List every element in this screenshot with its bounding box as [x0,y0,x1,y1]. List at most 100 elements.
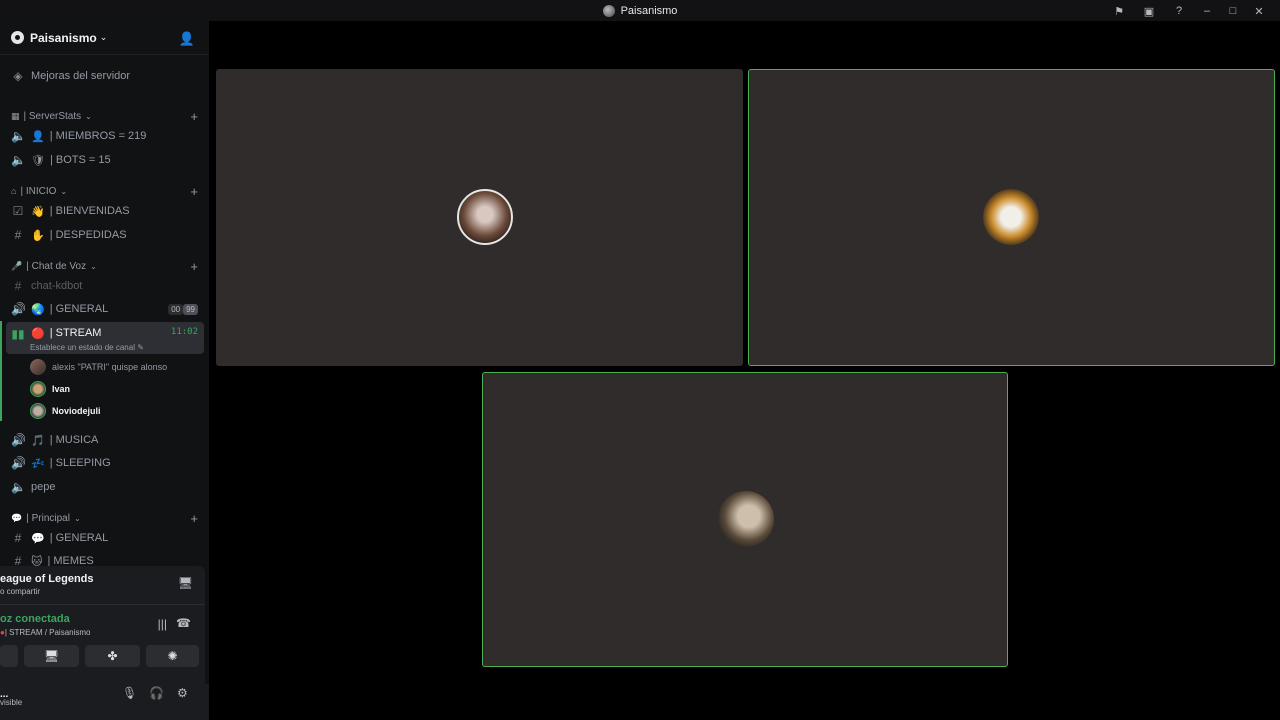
microphone-icon[interactable]: 🎙 [122,686,137,700]
participant-tile[interactable] [482,372,1008,667]
activity-title: eague of Legends [0,573,94,585]
voice-user-name: Ivan [52,384,71,394]
microphone-icon: 🎤 [11,260,23,271]
home-icon: ⌂ [11,186,17,196]
channel-bienvenidas[interactable]: ☑ 👋 | BIENVENIDAS [6,200,204,222]
channel-general-text[interactable]: # 💬 | GENERAL [6,527,204,549]
screen-share-icon[interactable]: 🖥 [178,576,193,590]
voice-user-row[interactable]: alexis "PATRI" quispe alonso [30,357,167,377]
channel-bots[interactable]: 🔈 🛡 | BOTS = 15 [6,149,204,171]
participant-tile[interactable] [216,69,743,366]
channel-label: Mejoras del servidor [31,70,131,82]
chevron-down-icon: ⌄ [90,261,97,271]
disconnect-icon[interactable]: ☎ [176,616,191,630]
red-circle-icon: 🔴 [31,328,45,340]
avatar [983,189,1039,245]
gear-icon[interactable]: ⚙ [177,686,188,700]
channel-label: chat-kdbot [31,280,83,292]
shield-icon: 🛡 [31,154,45,167]
title-bar: Paisanismo ⚑ ▣ ? – □ ✕ [0,0,1280,21]
hashtag-icon: # [14,531,22,545]
speech-bubble-icon: 💬 [11,512,23,523]
invite-people-icon[interactable]: 👤 [179,31,195,47]
sleeping-icon: 💤 [31,457,45,470]
channel-label: | GENERAL [49,532,109,544]
voice-user-row[interactable]: Ivan [30,379,70,399]
voice-user-name: Noviodejuli [52,406,101,416]
voice-channel-link[interactable]: ●| STREAM / Paisanismo [0,628,91,637]
add-channel-icon[interactable]: + [190,259,198,274]
server-avatar-icon [602,4,615,17]
call-grid [209,21,1280,720]
category-chat-de-voz[interactable]: 🎤 | Chat de Voz ⌄ + [6,258,204,274]
category-label: | INICIO [20,185,57,197]
channel-label: | BOTS = 15 [49,154,111,166]
locked-voice-icon: 🔈 [11,153,26,167]
channel-label: pepe [31,481,56,493]
share-screen-button[interactable]: 🖥 [24,645,79,667]
activities-button[interactable]: ✤ [85,645,140,667]
stream-timer: 11:02 [170,327,198,337]
add-channel-icon[interactable]: + [190,511,198,526]
soundboard-button[interactable]: ✺ [146,645,199,667]
headphones-icon[interactable]: 🎧 [149,686,164,700]
locked-voice-icon: 🔈 [11,129,26,143]
noise-suppression-icon[interactable]: ||| [158,617,167,631]
category-serverstats[interactable]: ▦ | ServerStats ⌄ + [6,108,204,124]
minimize-icon[interactable]: – [1194,3,1220,19]
avatar [30,381,46,397]
channel-musica[interactable]: 🔊 🎵 | MUSICA [6,429,204,451]
help-icon[interactable]: ? [1164,3,1194,19]
channel-status-text[interactable]: Establece un estado de canal ✎ [30,343,144,352]
add-channel-icon[interactable]: + [190,184,198,199]
camera-button[interactable] [0,645,18,667]
chevron-down-icon: ⌄ [73,513,81,523]
close-icon[interactable]: ✕ [1246,3,1272,19]
channel-chat-kdbot[interactable]: # chat-kdbot [6,275,204,297]
soundboard-icon: ✺ [167,649,178,663]
locked-voice-icon: 🔈 [11,480,26,494]
participant-tile[interactable] [748,69,1275,366]
category-principal[interactable]: 💬 | Principal ⌄ + [6,510,204,526]
raised-hand-icon: ✋ [31,229,45,242]
inbox-icon[interactable]: ▣ [1134,3,1164,19]
channel-pepe[interactable]: 🔈 pepe [6,476,204,498]
speech-bubble-icon: 💬 [31,532,45,545]
category-inicio[interactable]: ⌂ | INICIO ⌄ + [6,183,204,199]
channel-label: | STREAM [49,327,102,339]
channel-label: | SLEEPING [49,457,111,469]
person-icon: 👤 [31,130,45,143]
add-channel-icon[interactable]: + [190,109,198,124]
channel-sidebar: Paisanismo ⌄ 👤 ◈ Mejoras del servidor ▦ … [0,21,209,720]
voice-user-row[interactable]: Noviodejuli [30,401,101,421]
maximize-icon[interactable]: □ [1220,3,1246,19]
server-icon [11,31,24,44]
channel-label: | BIENVENIDAS [49,205,130,217]
channel-despedidas[interactable]: # ✋ | DESPEDIDAS [6,224,204,246]
server-header[interactable]: Paisanismo ⌄ 👤 [0,21,209,55]
chevron-down-icon: ⌄ [99,32,108,42]
channel-boosts[interactable]: ◈ Mejoras del servidor [6,65,204,87]
channel-general-voice[interactable]: 🔊 🌏 | GENERAL 00 99 [6,298,204,320]
connected-indicator [0,321,2,421]
channel-sleeping[interactable]: 🔊 💤 | SLEEPING [6,452,204,474]
window-title-text: Paisanismo [620,4,678,17]
hashtag-icon: # [14,228,22,242]
voice-active-icon: ▮▮ [11,327,25,341]
wave-hand-icon: 👋 [31,205,45,218]
boost-icon: ◈ [13,69,23,83]
category-label: | ServerStats [23,110,82,122]
chart-icon: ▦ [11,110,20,121]
globe-icon: 🌏 [31,303,45,316]
user-count: 00 [168,303,184,315]
channel-label: | GENERAL [49,303,109,315]
voice-channel-label: | STREAM / Paisanismo [4,628,91,637]
flag-icon[interactable]: ⚑ [1104,3,1134,19]
activity-subtitle: o compartir [0,587,41,596]
speaker-icon: 🔊 [11,456,26,470]
window-title: Paisanismo [602,4,678,17]
activities-icon: ✤ [107,649,118,663]
channel-members[interactable]: 🔈 👤 | MIEMBROS = 219 [6,125,204,147]
speaker-icon: 🔊 [11,302,26,316]
channel-label: | MUSICA [49,434,99,446]
